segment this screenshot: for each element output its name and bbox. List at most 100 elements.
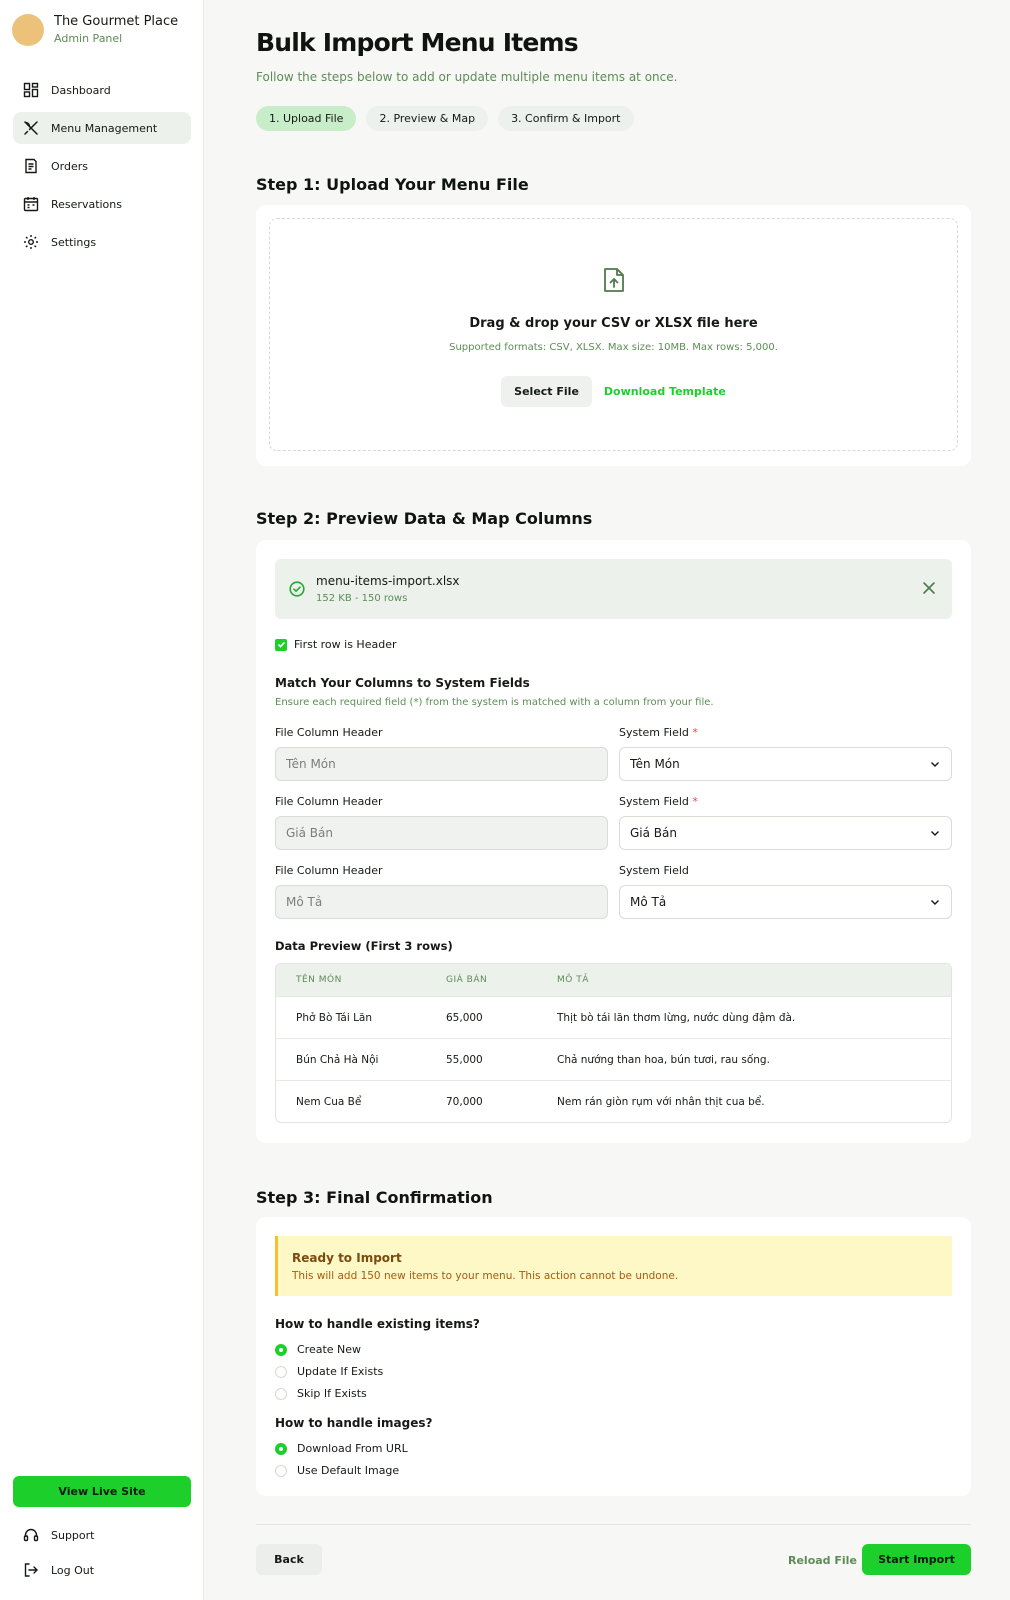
reload-file-link[interactable]: Reload File xyxy=(788,1554,857,1567)
step2-heading: Step 2: Preview Data & Map Columns xyxy=(256,509,593,528)
file-column-label: File Column Header xyxy=(275,795,383,808)
radio-empty-icon[interactable] xyxy=(275,1387,287,1400)
check-circle-icon xyxy=(289,581,305,597)
radio-download-from-url[interactable]: Download From URL xyxy=(275,1442,408,1455)
radio-label: Update If Exists xyxy=(297,1365,384,1378)
file-name: menu-items-import.xlsx xyxy=(316,574,460,588)
system-field-select[interactable]: Tên Món xyxy=(619,747,952,781)
radio-empty-icon[interactable] xyxy=(275,1464,287,1477)
calendar-icon xyxy=(23,197,39,212)
download-template-link[interactable]: Download Template xyxy=(604,385,726,398)
first-row-header-checkbox[interactable]: First row is Header xyxy=(275,638,397,651)
uploaded-file: menu-items-import.xlsx 152 KB - 150 rows xyxy=(275,559,952,619)
file-upload-icon xyxy=(604,268,624,292)
back-button[interactable]: Back xyxy=(256,1544,322,1575)
footer-divider xyxy=(256,1524,971,1525)
system-field-label: System Field xyxy=(619,864,689,877)
sidebar-item-dashboard[interactable]: Dashboard xyxy=(13,74,191,106)
table-header: TÊN MÓN GIÁ BÁN MÔ TẢ xyxy=(276,964,951,996)
logout-icon xyxy=(24,1563,38,1577)
column-header: TÊN MÓN xyxy=(296,975,342,985)
sidebar-item-label: Orders xyxy=(51,159,88,173)
confirm-card: Ready to Import This will add 150 new it… xyxy=(256,1217,971,1496)
checkbox-checked-icon[interactable] xyxy=(275,638,287,651)
column-header: GIÁ BÁN xyxy=(446,975,488,985)
table-cell: Thịt bò tái lăn thơm lừng, nước dùng đậm… xyxy=(557,1011,796,1024)
headset-icon xyxy=(23,1528,39,1542)
checkbox-label: First row is Header xyxy=(294,638,397,651)
system-field-select[interactable]: Giá Bán xyxy=(619,816,952,850)
radio-selected-icon[interactable] xyxy=(275,1343,287,1356)
close-icon[interactable] xyxy=(922,581,936,595)
utensils-icon xyxy=(24,121,38,135)
table-row: Bún Chả Hà Nội 55,000 Chả nướng than hoa… xyxy=(276,1038,951,1080)
start-import-button[interactable]: Start Import xyxy=(862,1544,971,1575)
gear-icon xyxy=(24,235,38,249)
system-field-select[interactable]: Mô Tả xyxy=(619,885,952,919)
radio-use-default-image[interactable]: Use Default Image xyxy=(275,1464,399,1477)
chevron-down-icon xyxy=(931,900,939,905)
table-cell: Phở Bò Tái Lăn xyxy=(296,1011,373,1024)
table-cell: 55,000 xyxy=(446,1053,483,1066)
file-column-input: Mô Tả xyxy=(275,885,608,919)
table-cell: 65,000 xyxy=(446,1011,483,1024)
brand[interactable]: The Gourmet Place Admin Panel xyxy=(12,14,178,46)
match-hint: Ensure each required field (*) from the … xyxy=(275,697,714,708)
table-cell: Nem rán giòn rụm với nhân thịt cua bể. xyxy=(557,1095,765,1108)
images-title: How to handle images? xyxy=(275,1416,433,1430)
radio-label: Skip If Exists xyxy=(297,1387,367,1400)
file-column-label: File Column Header xyxy=(275,864,383,877)
preview-title: Data Preview (First 3 rows) xyxy=(275,939,453,953)
chevron-down-icon xyxy=(931,762,939,767)
sidebar-item-label: Settings xyxy=(51,235,97,249)
radio-label: Download From URL xyxy=(297,1442,408,1455)
step3-heading: Step 3: Final Confirmation xyxy=(256,1188,493,1207)
file-column-label: File Column Header xyxy=(275,726,383,739)
radio-empty-icon[interactable] xyxy=(275,1365,287,1378)
radio-label: Create New xyxy=(297,1343,362,1356)
table-cell: Bún Chả Hà Nội xyxy=(296,1053,379,1066)
view-live-site-button[interactable]: View Live Site xyxy=(13,1476,191,1507)
radio-skip-if-exists[interactable]: Skip If Exists xyxy=(275,1387,367,1400)
radio-create-new[interactable]: Create New xyxy=(275,1343,361,1356)
step1-heading: Step 1: Upload Your Menu File xyxy=(256,175,529,194)
column-header: MÔ TẢ xyxy=(557,975,589,985)
step-pill-upload[interactable]: 1. Upload File xyxy=(256,106,357,131)
sidebar-item-menu-management[interactable]: Menu Management xyxy=(13,112,191,144)
page-title: Bulk Import Menu Items xyxy=(256,28,579,57)
sidebar-item-label: Menu Management xyxy=(51,121,158,135)
step-pill-preview[interactable]: 2. Preview & Map xyxy=(366,106,489,131)
sidebar-item-orders[interactable]: Orders xyxy=(13,150,191,182)
alert-text: This will add 150 new items to your menu… xyxy=(292,1270,679,1282)
radio-selected-icon[interactable] xyxy=(275,1442,287,1455)
radio-label: Use Default Image xyxy=(297,1464,400,1477)
step-indicator: 1. Upload File 2. Preview & Map 3. Confi… xyxy=(256,106,644,131)
receipt-icon xyxy=(25,158,37,174)
system-field-label: System Field * xyxy=(619,726,698,739)
table-row: Nem Cua Bể 70,000 Nem rán giòn rụm với n… xyxy=(276,1080,951,1122)
brand-subtitle: Admin Panel xyxy=(54,32,123,45)
upload-card: Drag & drop your CSV or XLSX file here S… xyxy=(256,205,971,466)
import-warning: Ready to Import This will add 150 new it… xyxy=(275,1236,952,1296)
file-column-input: Giá Bán xyxy=(275,816,608,850)
table-row: Phở Bò Tái Lăn 65,000 Thịt bò tái lăn th… xyxy=(276,996,951,1038)
preview-table: TÊN MÓN GIÁ BÁN MÔ TẢ Phở Bò Tái Lăn 65,… xyxy=(275,963,952,1123)
file-meta: 152 KB - 150 rows xyxy=(316,593,408,604)
sidebar-nav: Dashboard Menu Management Orders Reserva… xyxy=(13,74,191,264)
step-pill-confirm[interactable]: 3. Confirm & Import xyxy=(498,106,634,131)
radio-update-if-exists[interactable]: Update If Exists xyxy=(275,1365,383,1378)
table-cell: Nem Cua Bể xyxy=(296,1095,362,1108)
mapping-card: menu-items-import.xlsx 152 KB - 150 rows… xyxy=(256,540,971,1143)
sidebar-item-label: Dashboard xyxy=(51,83,111,97)
select-file-button[interactable]: Select File xyxy=(501,376,592,407)
file-dropzone[interactable]: Drag & drop your CSV or XLSX file here S… xyxy=(269,218,958,451)
sidebar: The Gourmet Place Admin Panel Dashboard … xyxy=(0,0,204,1600)
table-cell: 70,000 xyxy=(446,1095,483,1108)
logout-link[interactable]: Log Out xyxy=(23,1562,94,1578)
brand-name: The Gourmet Place xyxy=(54,14,179,29)
dropzone-help: Supported formats: CSV, XLSX. Max size: … xyxy=(449,342,778,353)
support-link[interactable]: Support xyxy=(23,1527,94,1543)
sidebar-item-settings[interactable]: Settings xyxy=(13,226,191,258)
page-subtitle: Follow the steps below to add or update … xyxy=(256,70,678,84)
sidebar-item-reservations[interactable]: Reservations xyxy=(13,188,191,220)
